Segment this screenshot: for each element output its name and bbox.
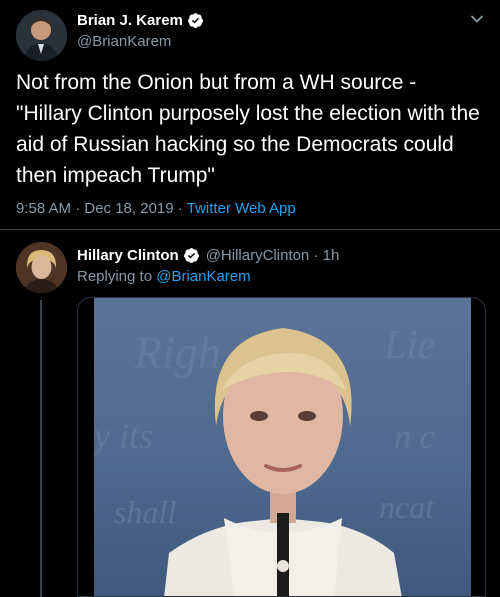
reply-media[interactable]: Righ Lie y its n c shall ncat (77, 297, 486, 597)
avatar-image (16, 10, 67, 61)
svg-text:n c: n c (394, 419, 435, 456)
reply-author-name-row: Hillary Clinton @HillaryClinton · 1h (77, 247, 339, 264)
reply-author-name[interactable]: Hillary Clinton (77, 247, 179, 264)
verified-badge-icon (183, 247, 200, 264)
svg-text:Righ: Righ (133, 327, 221, 378)
thread-line (40, 300, 42, 597)
tweet-timestamp[interactable]: 9:58 AM · Dec 18, 2019 · (16, 200, 183, 217)
chevron-down-icon[interactable] (470, 12, 484, 26)
reply-author-handle[interactable]: @HillaryClinton · 1h (206, 247, 340, 264)
tweet-text: Not from the Onion but from a WH source … (16, 71, 480, 187)
avatar-image (16, 242, 67, 293)
replying-label: Replying to (77, 268, 153, 285)
author-avatar[interactable] (16, 10, 67, 61)
replying-to: Replying to @BrianKarem (77, 268, 251, 285)
divider (0, 229, 500, 230)
svg-text:ncat: ncat (379, 489, 435, 525)
media-image: Righ Lie y its n c shall ncat (94, 298, 471, 596)
replying-mention[interactable]: @BrianKarem (156, 268, 250, 285)
tweet-meta: 9:58 AM · Dec 18, 2019 · Twitter Web App (16, 200, 296, 217)
main-tweet: Brian J. Karem @BrianKarem Not from the … (0, 0, 500, 235)
svg-text:shall: shall (114, 494, 176, 530)
verified-badge-icon (187, 12, 204, 29)
svg-text:Lie: Lie (383, 322, 435, 367)
author-name[interactable]: Brian J. Karem (77, 12, 183, 29)
reply-author-avatar[interactable] (16, 242, 67, 293)
svg-text:y its: y its (94, 416, 153, 456)
author-handle[interactable]: @BrianKarem (77, 33, 171, 50)
media-illustration: Righ Lie y its n c shall ncat (94, 322, 435, 596)
author-name-row: Brian J. Karem (77, 12, 204, 29)
tweet-source-app[interactable]: Twitter Web App (187, 200, 296, 217)
